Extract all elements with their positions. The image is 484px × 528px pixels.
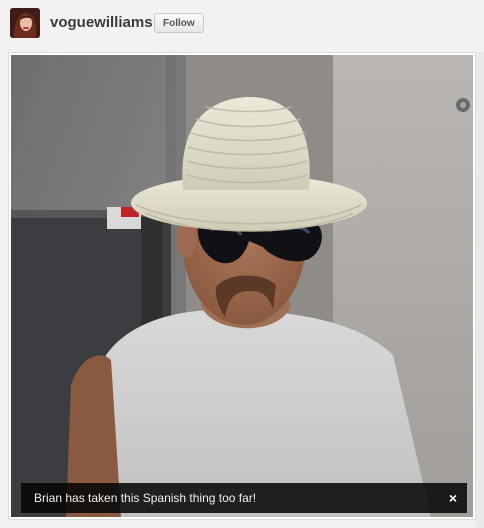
page-edge: [476, 52, 484, 528]
post-header: voguewilliams Follow: [0, 0, 484, 48]
username[interactable]: voguewilliams: [50, 14, 153, 31]
user-avatar[interactable]: [10, 8, 40, 38]
post-photo[interactable]: Brian has taken this Spanish thing too f…: [11, 55, 473, 517]
close-icon[interactable]: ×: [449, 490, 457, 506]
photo-caption-bar: Brian has taken this Spanish thing too f…: [21, 483, 467, 513]
follow-button[interactable]: Follow: [154, 13, 204, 33]
photo-caption: Brian has taken this Spanish thing too f…: [34, 491, 257, 505]
photo-frame: Brian has taken this Spanish thing too f…: [8, 52, 476, 520]
